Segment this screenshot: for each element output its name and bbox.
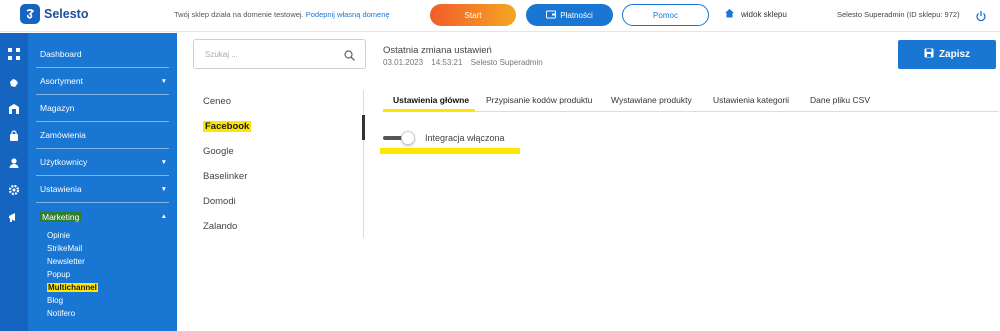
logout-power-icon[interactable] (975, 9, 987, 27)
sidebar-item-label: Użytkownicy (40, 157, 88, 167)
sidebar-item-assortment[interactable]: Asortyment ▼ (36, 68, 169, 95)
hand-icon[interactable] (6, 74, 22, 90)
channel-item-baselinker[interactable]: Baselinker (203, 171, 247, 182)
sidebar-item-label: Marketing (40, 211, 82, 222)
sidebar-item-users[interactable]: Użytkownicy ▼ (36, 149, 169, 176)
megaphone-icon[interactable] (6, 209, 22, 225)
submenu-item-notifero[interactable]: Notifero (47, 309, 75, 318)
toggle-highlight-mark (380, 148, 520, 154)
channel-item-ceneo[interactable]: Ceneo (203, 96, 231, 107)
connect-domain-link[interactable]: Podepnij własną domenę (306, 10, 390, 19)
integration-toggle-label: Integracja włączona (425, 133, 505, 143)
search-icon[interactable] (344, 48, 355, 66)
channel-active-indicator (362, 115, 365, 140)
user-icon[interactable] (6, 155, 22, 171)
gear-icon[interactable] (6, 182, 22, 198)
submenu-item-multichannel[interactable]: Multichannel (47, 283, 98, 292)
tab-category-settings[interactable]: Ustawienia kategorii (713, 95, 789, 105)
sidebar-item-warehouse[interactable]: Magazyn (36, 95, 169, 122)
sidebar-item-orders[interactable]: Zamówienia (36, 122, 169, 149)
chevron-down-icon: ▼ (160, 158, 167, 166)
sidebar-item-label: Asortyment (40, 76, 83, 86)
floppy-disk-icon (924, 48, 934, 61)
sidebar-item-label: Magazyn (40, 103, 75, 113)
channel-item-zalando[interactable]: Zalando (203, 221, 237, 232)
chevron-down-icon: ▼ (160, 77, 167, 85)
last-change-meta: 03.01.2023 14:53:21 Selesto Superadmin (383, 58, 549, 67)
sidebar-item-label: Dashboard (40, 49, 82, 59)
save-button[interactable]: Zapisz (898, 40, 996, 69)
grid-icon[interactable] (6, 46, 22, 62)
chevron-up-icon: ▲ (160, 213, 167, 220)
tab-main-settings[interactable]: Ustawienia główne (393, 95, 469, 105)
bag-icon[interactable] (6, 128, 22, 144)
domain-note-text: Twój sklep działa na domenie testowej. (174, 10, 304, 19)
search-input[interactable]: Szukaj ... (205, 50, 238, 59)
logo[interactable]: Selesto (20, 4, 88, 24)
channel-list-divider (363, 90, 364, 238)
toggle-knob (401, 131, 415, 145)
home-icon (724, 8, 735, 20)
icon-rail (0, 33, 28, 331)
submenu-item-blog[interactable]: Blog (47, 296, 63, 305)
shop-view-link[interactable]: widok sklepu (724, 8, 787, 20)
channel-item-facebook[interactable]: Facebook (203, 121, 252, 132)
domain-note: Twój sklep działa na domenie testowej. P… (174, 10, 390, 19)
user-info: Selesto Superadmin (ID sklepu: 972) (837, 10, 960, 19)
last-change-date: 03.01.2023 (383, 58, 424, 67)
shop-view-label: widok sklepu (741, 9, 787, 19)
submenu-item-opinie[interactable]: Opinie (47, 231, 70, 240)
chevron-down-icon: ▼ (160, 185, 167, 193)
submenu-item-popup[interactable]: Popup (47, 270, 70, 279)
sidebar-item-settings[interactable]: Ustawienia ▼ (36, 176, 169, 203)
channel-item-google[interactable]: Google (203, 146, 234, 157)
top-bar: Selesto Twój sklep działa na domenie tes… (0, 0, 1000, 32)
submenu-item-label: Multichannel (47, 283, 98, 292)
integration-toggle[interactable] (383, 131, 415, 145)
selesto-logo-icon (20, 4, 40, 24)
warehouse-icon[interactable] (6, 101, 22, 117)
payments-button[interactable]: Płatności (526, 4, 613, 26)
wallet-icon (546, 10, 557, 21)
help-button[interactable]: Pomoc (622, 4, 709, 26)
tab-csv-data[interactable]: Dane pliku CSV (810, 95, 870, 105)
start-button[interactable]: Start (430, 4, 516, 26)
payments-label: Płatności (560, 10, 593, 20)
last-change-user: Selesto Superadmin (470, 58, 543, 67)
tabs-divider (383, 111, 999, 112)
sidebar-item-label: Ustawienia (40, 184, 82, 194)
save-label: Zapisz (938, 49, 971, 60)
logo-text: Selesto (44, 7, 89, 21)
submenu-item-newsletter[interactable]: Newsletter (47, 257, 85, 266)
sidebar-item-marketing[interactable]: Marketing ▲ (36, 203, 169, 230)
tab-listed-products[interactable]: Wystawiane produkty (611, 95, 692, 105)
last-change-time: 14:53:21 (431, 58, 463, 67)
channel-item-domodi[interactable]: Domodi (203, 196, 236, 207)
tab-product-codes[interactable]: Przypisanie kodów produktu (486, 95, 592, 105)
search-box[interactable]: Szukaj ... (193, 39, 366, 69)
sidebar-item-dashboard[interactable]: Dashboard (36, 41, 169, 68)
active-tab-indicator (383, 109, 475, 112)
channel-item-label: Facebook (203, 121, 252, 132)
last-change-title: Ostatnia zmiana ustawień (383, 45, 492, 56)
sidebar-item-label: Zamówienia (40, 130, 86, 140)
submenu-item-strikemail[interactable]: StrikeMail (47, 244, 82, 253)
